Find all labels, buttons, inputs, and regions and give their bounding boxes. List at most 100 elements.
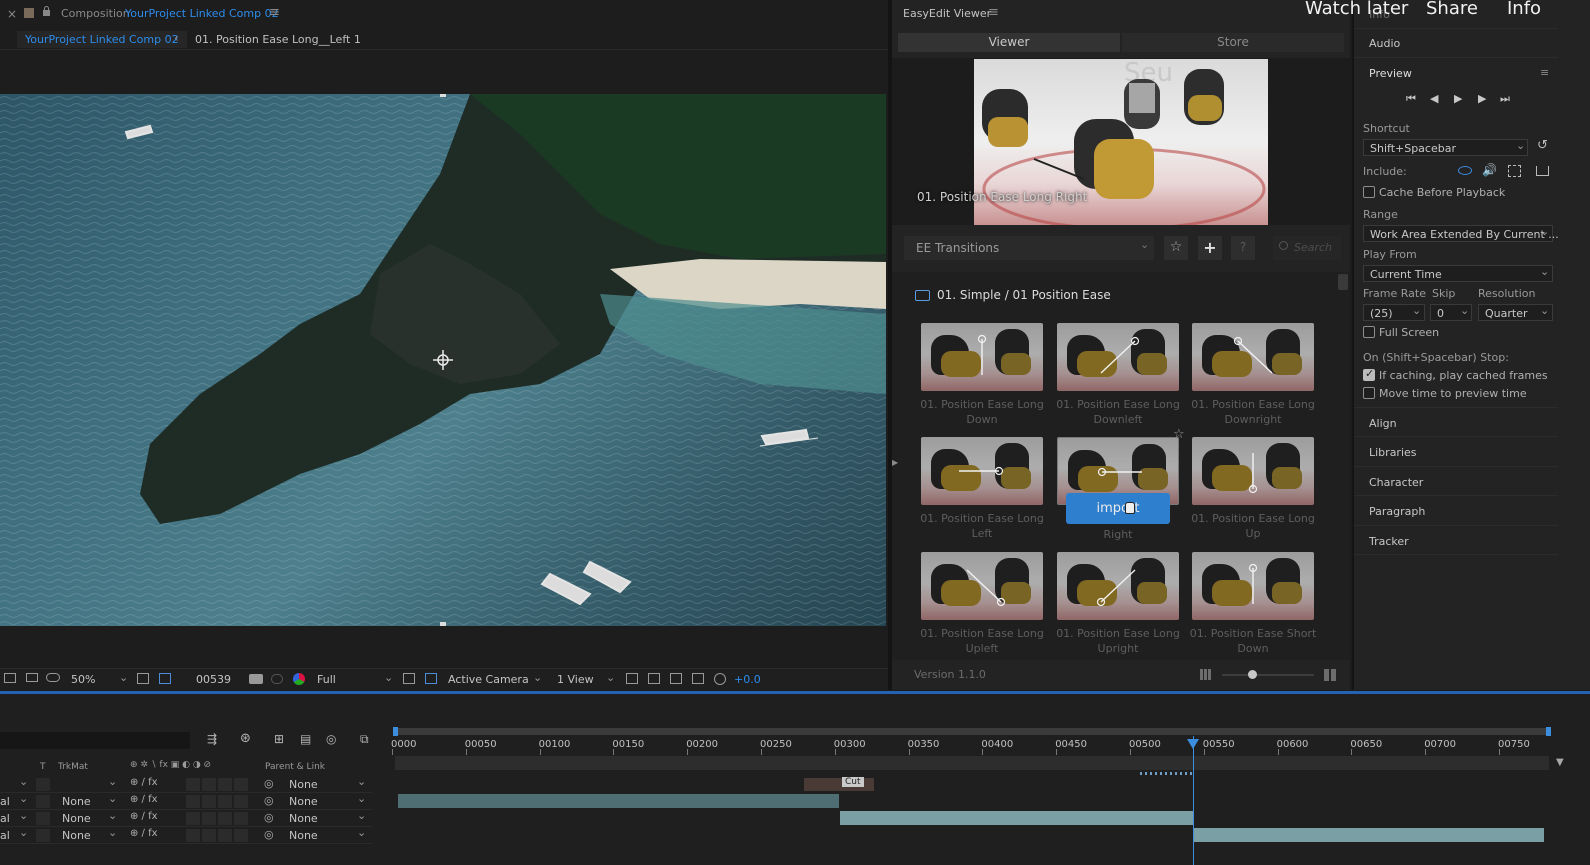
chevron-down-icon[interactable]: ⌄ <box>357 792 366 805</box>
comp-tab-name[interactable]: YourProject Linked Comp 02 <box>125 7 279 20</box>
large-grid-icon[interactable] <box>1324 669 1336 681</box>
exposure-value[interactable]: +0.0 <box>734 673 761 686</box>
chevron-down-icon[interactable]: ⌄ <box>384 671 393 684</box>
shortcut-select[interactable]: Shift+Spacebar ⌄ <box>1363 139 1528 156</box>
view-layout-select[interactable]: 1 View <box>557 673 594 686</box>
layer-parent[interactable]: None <box>289 795 318 808</box>
switch-boxes[interactable] <box>186 812 248 825</box>
cache-before-playback-checkbox[interactable] <box>1363 186 1375 198</box>
transition-thumbnail[interactable] <box>1192 437 1314 505</box>
playhead[interactable] <box>1193 736 1194 865</box>
watch-later-button[interactable]: Watch later <box>1305 0 1408 19</box>
video-eye-icon[interactable] <box>1458 166 1472 175</box>
layer-handle-bottom[interactable] <box>440 622 446 626</box>
resolution-select[interactable]: Quarter ⌄ <box>1478 304 1553 321</box>
chevron-left-icon[interactable]: ‹ <box>174 31 179 45</box>
preserve-transparency-box[interactable] <box>36 778 50 791</box>
layer-trkmat[interactable]: None <box>62 829 91 842</box>
preserve-transparency-box[interactable] <box>36 812 50 825</box>
chevron-down-icon[interactable]: ⌄ <box>357 775 366 788</box>
pickwhip-icon[interactable]: ◎ <box>264 777 274 790</box>
previous-frame-icon[interactable]: ◀ <box>1430 92 1438 105</box>
add-button[interactable]: + <box>1198 236 1222 260</box>
region-of-interest-icon[interactable] <box>159 673 171 684</box>
transparency-grid-icon[interactable] <box>425 673 437 684</box>
panel-menu-icon[interactable]: ≡ <box>269 5 280 20</box>
layer-trkmat[interactable]: None <box>62 795 91 808</box>
flowchart-icon[interactable] <box>670 673 682 684</box>
layer-trkmat[interactable]: None <box>62 812 91 825</box>
last-frame-icon[interactable]: ⏭ <box>1500 92 1510 106</box>
lock-icon[interactable] <box>42 6 51 16</box>
panel-align[interactable]: Align <box>1369 417 1397 430</box>
camera-snapshot-icon[interactable] <box>249 674 263 684</box>
audio-speaker-icon[interactable]: 🔊 <box>1482 163 1497 177</box>
panel-libraries[interactable]: Libraries <box>1369 446 1417 459</box>
comp-flowchart-icon[interactable] <box>692 673 704 684</box>
panel-menu-icon[interactable]: ≡ <box>988 5 999 20</box>
pickwhip-icon[interactable]: ◎ <box>264 794 274 807</box>
preserve-transparency-box[interactable] <box>36 829 50 842</box>
chevron-down-icon[interactable]: ⌄ <box>108 792 117 805</box>
full-screen-checkbox[interactable] <box>1363 326 1375 338</box>
layer-parent[interactable]: None <box>289 812 318 825</box>
skip-select[interactable]: 0 ⌄ <box>1430 304 1472 321</box>
chevron-down-icon[interactable]: ⌄ <box>108 775 117 788</box>
transition-thumbnail[interactable] <box>1192 323 1314 391</box>
category-dropdown[interactable]: EE Transitions ⌄ <box>904 236 1154 260</box>
composition-viewer-image[interactable] <box>0 94 886 626</box>
panel-paragraph[interactable]: Paragraph <box>1369 505 1425 518</box>
if-caching-checkbox[interactable] <box>1363 367 1375 381</box>
switches-icons[interactable]: ⊕ ∕ fx <box>130 794 158 805</box>
switches-icons[interactable]: ⊕ ∕ fx <box>130 811 158 822</box>
reset-exposure-icon[interactable] <box>648 673 660 684</box>
export-icon[interactable] <box>1536 166 1549 176</box>
tab-store[interactable]: Store <box>1122 33 1344 52</box>
transition-thumbnail[interactable] <box>1057 552 1179 620</box>
thumbnail-size-slider[interactable] <box>1222 670 1314 679</box>
scrollbar[interactable] <box>1338 274 1348 290</box>
pickwhip-icon[interactable]: ◎ <box>264 811 274 824</box>
transition-thumbnail[interactable] <box>921 323 1043 391</box>
first-frame-icon[interactable]: ⏮ <box>1406 92 1416 106</box>
collapse-arrow-icon[interactable]: ▶ <box>892 458 898 467</box>
fast-preview-icon[interactable] <box>403 673 415 684</box>
close-tab-button[interactable]: × <box>7 7 17 21</box>
layer-clip-2[interactable] <box>840 811 1193 825</box>
timecode-display[interactable]: 00539 <box>196 673 231 686</box>
layer-mode[interactable]: al <box>0 829 10 842</box>
next-frame-icon[interactable]: ▶ <box>1478 92 1486 105</box>
layer-row[interactable]: al ⌄ None ⌄ ⊕ ∕ fx ◎ None ⌄ <box>0 792 372 810</box>
panel-tracker[interactable]: Tracker <box>1369 535 1409 548</box>
switch-boxes[interactable] <box>186 795 248 808</box>
always-preview-icon[interactable] <box>4 673 16 683</box>
switches-icons[interactable]: ⊕ ∕ fx <box>130 828 158 839</box>
breadcrumb-next[interactable]: 01. Position Ease Long__Left 1 <box>195 33 361 46</box>
breadcrumb-active[interactable]: YourProject Linked Comp 02 <box>17 31 187 48</box>
switch-boxes[interactable] <box>186 829 248 842</box>
monitor-icon[interactable] <box>26 673 38 682</box>
transition-thumbnail[interactable] <box>921 437 1043 505</box>
chevron-down-icon[interactable]: ⌄ <box>533 671 542 684</box>
safe-zones-icon[interactable] <box>137 673 149 684</box>
chevron-down-icon[interactable]: ⌄ <box>108 826 117 839</box>
info-button[interactable]: Info <box>1507 0 1541 19</box>
playhead-handle[interactable] <box>1187 739 1199 749</box>
layer-parent[interactable]: None <box>289 778 318 791</box>
channel-icon[interactable] <box>293 673 305 685</box>
small-grid-icon[interactable] <box>1200 669 1211 680</box>
chevron-down-icon[interactable]: ⌄ <box>357 809 366 822</box>
layer-mode[interactable]: al <box>0 812 10 825</box>
frame-rate-select[interactable]: (25) ⌄ <box>1363 304 1425 321</box>
show-snapshot-icon[interactable] <box>271 674 283 684</box>
layer-row[interactable]: ⌄ ⌄ ⊕ ∕ fx ◎ None ⌄ <box>0 775 372 793</box>
transition-thumbnail[interactable] <box>1192 552 1314 620</box>
overlays-icon[interactable] <box>1508 165 1521 177</box>
layer-clip-3[interactable] <box>1194 828 1544 842</box>
toggle-pixel-icon[interactable] <box>626 673 638 684</box>
layer-clip-1[interactable] <box>398 794 839 808</box>
panel-preview[interactable]: Preview <box>1369 67 1412 80</box>
resolution-select[interactable]: Full <box>317 673 336 686</box>
exposure-icon[interactable] <box>714 673 726 685</box>
layer-row[interactable]: al ⌄ None ⌄ ⊕ ∕ fx ◎ None ⌄ <box>0 826 372 844</box>
